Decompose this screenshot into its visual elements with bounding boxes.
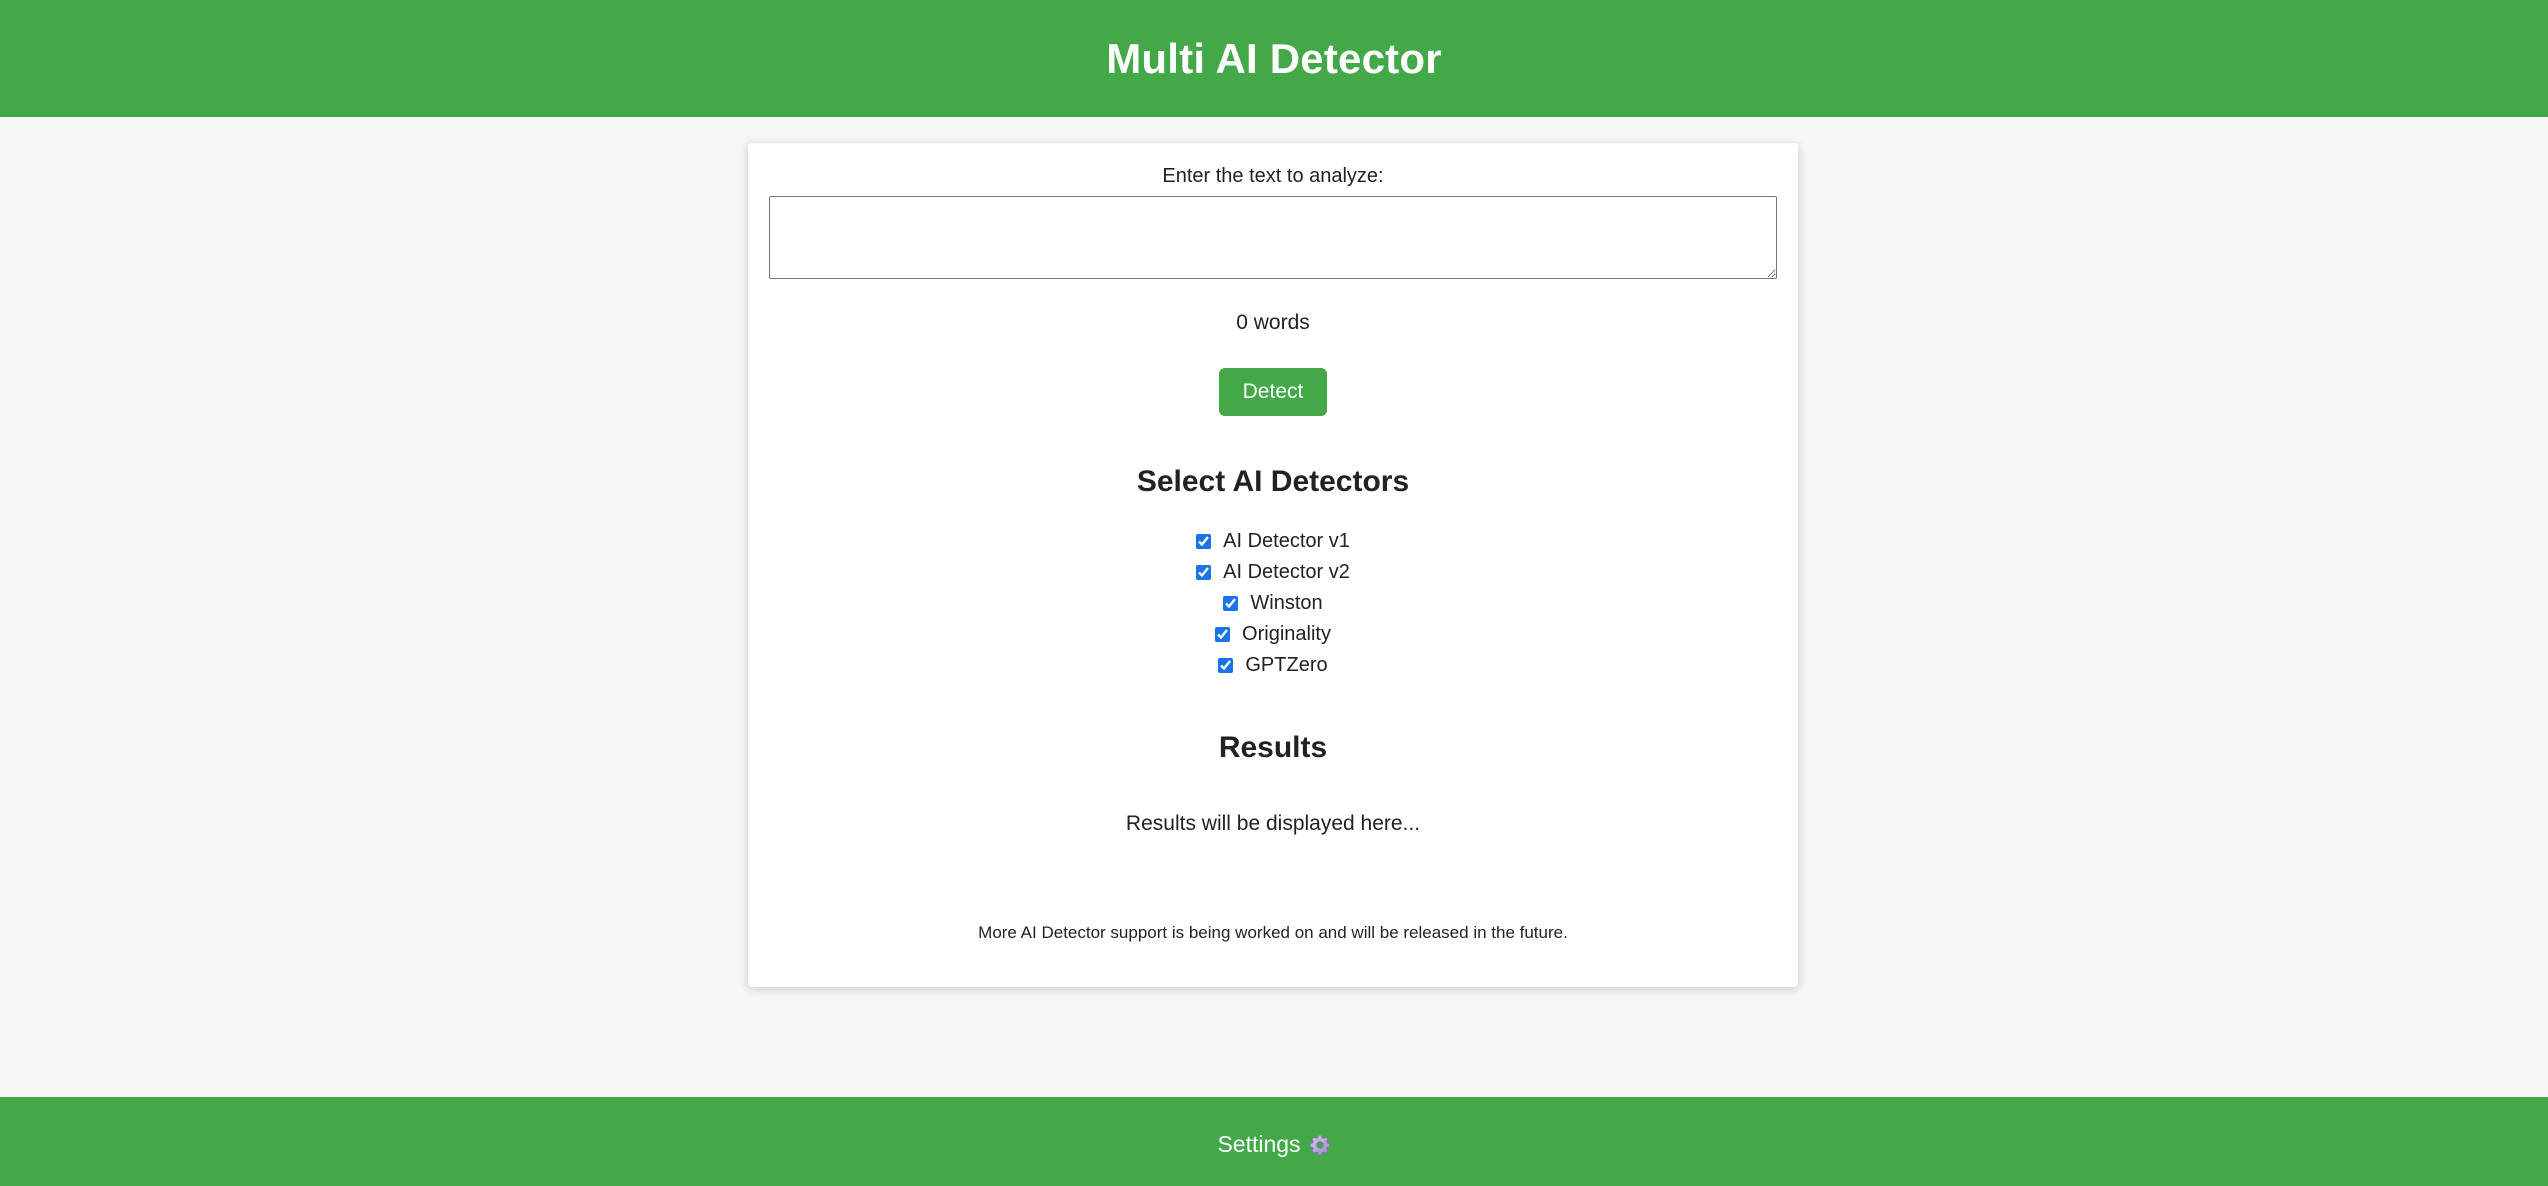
main-card: Enter the text to analyze: 0 words Detec…	[748, 143, 1798, 987]
detectors-heading: Select AI Detectors	[1136, 465, 1410, 498]
detector-item: Originality	[748, 619, 1798, 650]
app-header: Multi AI Detector	[0, 0, 2548, 117]
page-title: Multi AI Detector	[1106, 34, 1442, 82]
results-placeholder: Results will be displayed here...	[1125, 812, 1421, 835]
detector-label: Originality	[1242, 623, 1331, 645]
detector-checkbox-ai-detector-v2[interactable]	[1196, 565, 1212, 580]
detector-checkbox-ai-detector-v1[interactable]	[1196, 534, 1212, 549]
detector-label: Winston	[1250, 592, 1323, 614]
detector-label: AI Detector v1	[1223, 530, 1350, 552]
detector-checkbox-winston[interactable]	[1223, 596, 1239, 611]
results-heading: Results	[1218, 731, 1328, 764]
app-footer: Settings	[0, 1097, 2548, 1186]
detect-button[interactable]: Detect	[1219, 368, 1327, 416]
settings-label: Settings	[1217, 1131, 1301, 1157]
settings-link[interactable]: Settings	[1217, 1125, 1330, 1158]
detector-list: AI Detector v1 AI Detector v2 Winston Or…	[748, 526, 1798, 681]
word-count: 0 words	[1236, 311, 1310, 334]
detector-item: AI Detector v1	[748, 526, 1798, 557]
text-input-label: Enter the text to analyze:	[1162, 165, 1384, 187]
gear-icon	[1309, 1134, 1331, 1156]
detector-item: GPTZero	[748, 650, 1798, 681]
detector-label: AI Detector v2	[1223, 561, 1350, 583]
detector-item: AI Detector v2	[748, 557, 1798, 588]
detector-checkbox-gptzero[interactable]	[1218, 658, 1234, 673]
support-note: More AI Detector support is being worked…	[978, 923, 1568, 942]
text-input-area[interactable]	[769, 196, 1777, 279]
detector-checkbox-originality[interactable]	[1215, 627, 1231, 642]
detector-label: GPTZero	[1245, 654, 1328, 676]
detector-item: Winston	[748, 588, 1798, 619]
